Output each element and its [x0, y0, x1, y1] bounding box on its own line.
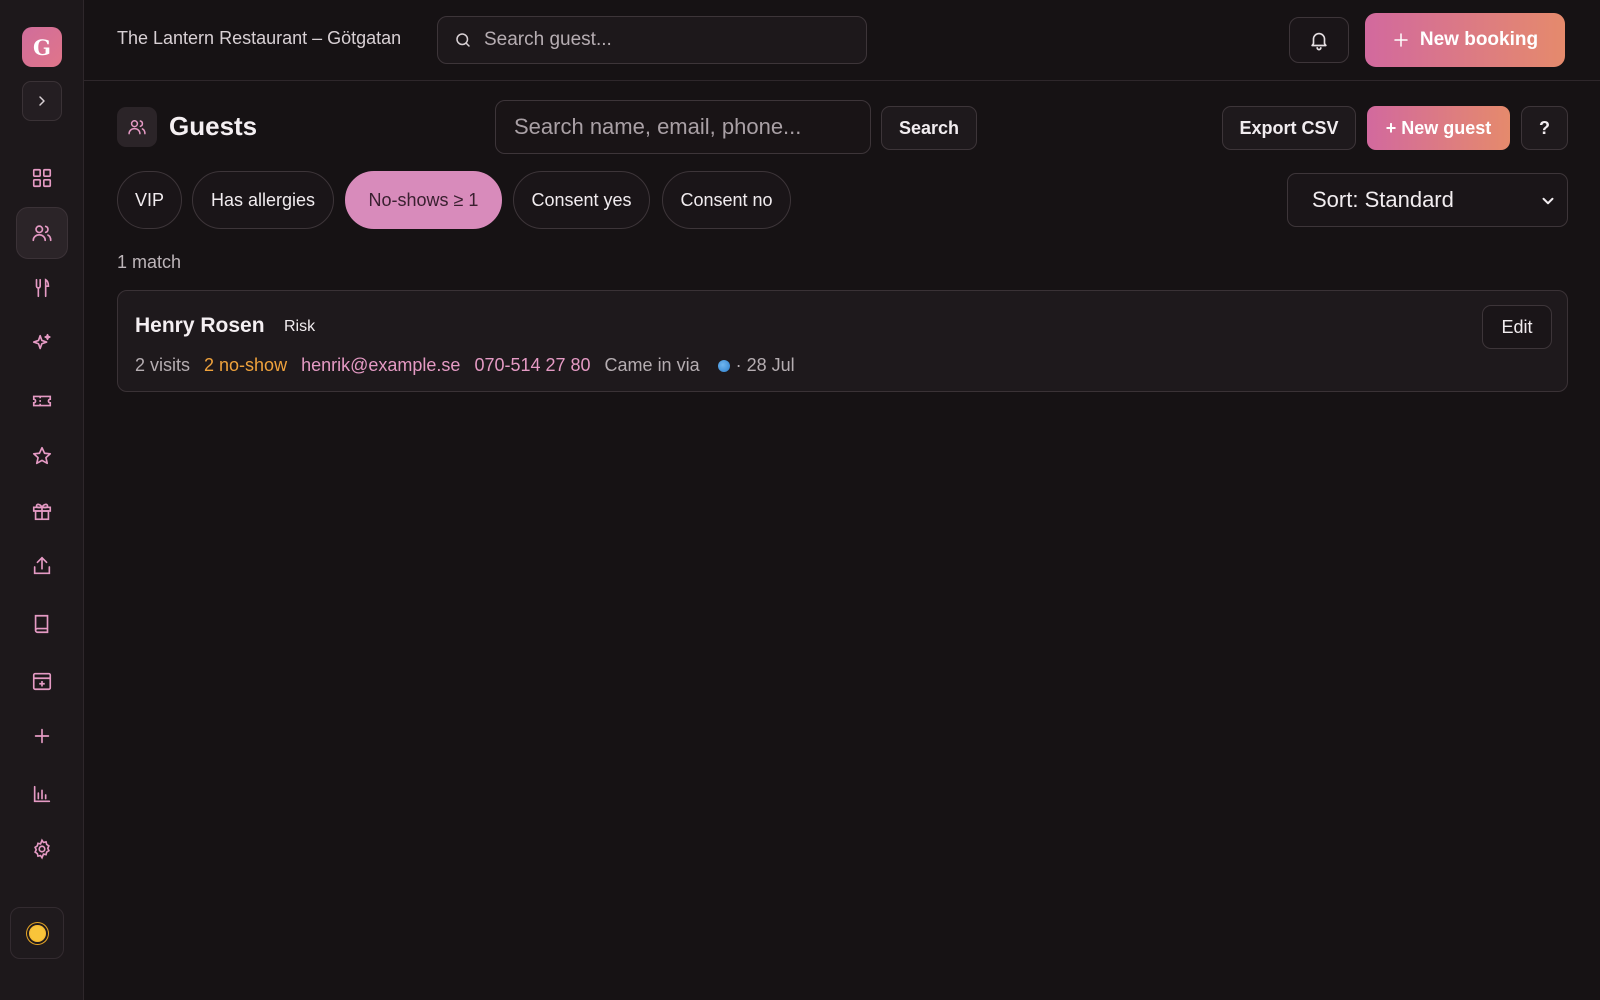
theme-toggle-button[interactable]: [10, 907, 64, 959]
guests-header-icon-box: [117, 107, 157, 147]
nav-settings[interactable]: [16, 823, 68, 875]
guest-email[interactable]: henrik@example.se: [301, 355, 460, 376]
global-search[interactable]: [437, 16, 867, 64]
globe-icon: [717, 359, 730, 372]
last-visit-date: · 28 Jul: [735, 355, 795, 375]
guests-icon: [128, 120, 146, 135]
nav-ai[interactable]: [16, 317, 68, 369]
search-icon: [456, 33, 470, 47]
filter-chip-consent-no[interactable]: Consent no: [662, 171, 791, 229]
risk-badge: Risk: [284, 318, 316, 335]
filter-chip-consent-yes[interactable]: Consent yes: [513, 171, 650, 229]
book-icon: [34, 614, 49, 634]
nav-menu[interactable]: [16, 262, 68, 314]
filter-chip-vip[interactable]: VIP: [117, 171, 182, 229]
new-booking-label: New booking: [1419, 29, 1539, 50]
nav-guests[interactable]: [16, 207, 68, 259]
plus-icon: [34, 728, 50, 744]
sort-select[interactable]: Sort: Standard: [1287, 173, 1568, 227]
no-show-count: 2 no-show: [204, 355, 288, 375]
restaurant-name: The Lantern Restaurant – Götgatan: [117, 28, 402, 48]
app-logo[interactable]: G: [22, 27, 62, 67]
dashboard-icon: [32, 168, 52, 188]
nav-guide[interactable]: [16, 598, 68, 650]
nav-reviews[interactable]: [16, 430, 68, 482]
nav-add[interactable]: [16, 710, 68, 762]
guest-search-input[interactable]: [495, 100, 871, 154]
came-in-via-label: Came in via: [604, 355, 700, 375]
sort-select-value: Sort: Standard: [1312, 187, 1454, 212]
new-guest-button[interactable]: + New guest: [1367, 106, 1510, 150]
export-csv-button[interactable]: Export CSV: [1222, 106, 1356, 150]
gift-icon: [32, 503, 52, 521]
share-icon: [33, 556, 51, 575]
chevron-right-icon: [39, 96, 45, 106]
plus-icon: [1394, 33, 1408, 47]
filter-chip-allergies[interactable]: Has allergies: [192, 171, 334, 229]
guest-name: Henry Rosen: [135, 314, 265, 337]
cutlery-icon: [35, 278, 50, 298]
chevron-down-icon: [1542, 197, 1554, 205]
nav-gift-cards[interactable]: [16, 485, 68, 537]
sparkle-icon: [32, 333, 51, 350]
gear-icon: [34, 838, 50, 860]
global-search-input[interactable]: [484, 29, 844, 51]
help-button[interactable]: ?: [1521, 106, 1568, 150]
bar-chart-icon: [33, 785, 51, 803]
nav-reports[interactable]: [16, 768, 68, 820]
visit-count: 2 visits: [135, 355, 191, 375]
guest-phone[interactable]: 070-514 27 80: [474, 355, 590, 376]
nav-dashboard[interactable]: [16, 152, 68, 204]
expand-sidebar-button[interactable]: [22, 81, 62, 121]
nav-tickets[interactable]: [16, 375, 68, 427]
guests-icon: [32, 225, 52, 242]
page-title: Guests: [169, 111, 258, 141]
calendar-add-icon: [32, 672, 52, 691]
sun-icon: [28, 924, 46, 942]
bell-icon: [1311, 32, 1327, 51]
guest-card[interactable]: Henry Rosen Risk 2 visits 2 no-show henr…: [117, 290, 1568, 392]
topbar: The Lantern Restaurant – Götgatan New bo…: [84, 0, 1600, 81]
guest-meta-row: 2 visits 2 no-show henrik@example.se 070…: [135, 355, 795, 376]
nav-export[interactable]: [16, 540, 68, 592]
notifications-button[interactable]: [1289, 17, 1349, 63]
nav-calendar[interactable]: [16, 655, 68, 707]
filter-chip-no-shows[interactable]: No-shows ≥ 1: [345, 171, 502, 229]
star-icon: [32, 446, 52, 465]
sidebar: G: [0, 0, 84, 1000]
ticket-icon: [32, 395, 52, 407]
match-count: 1 match: [117, 252, 182, 272]
search-button[interactable]: Search: [881, 106, 977, 150]
edit-guest-button[interactable]: Edit: [1482, 305, 1552, 349]
new-booking-button[interactable]: New booking: [1365, 13, 1565, 67]
